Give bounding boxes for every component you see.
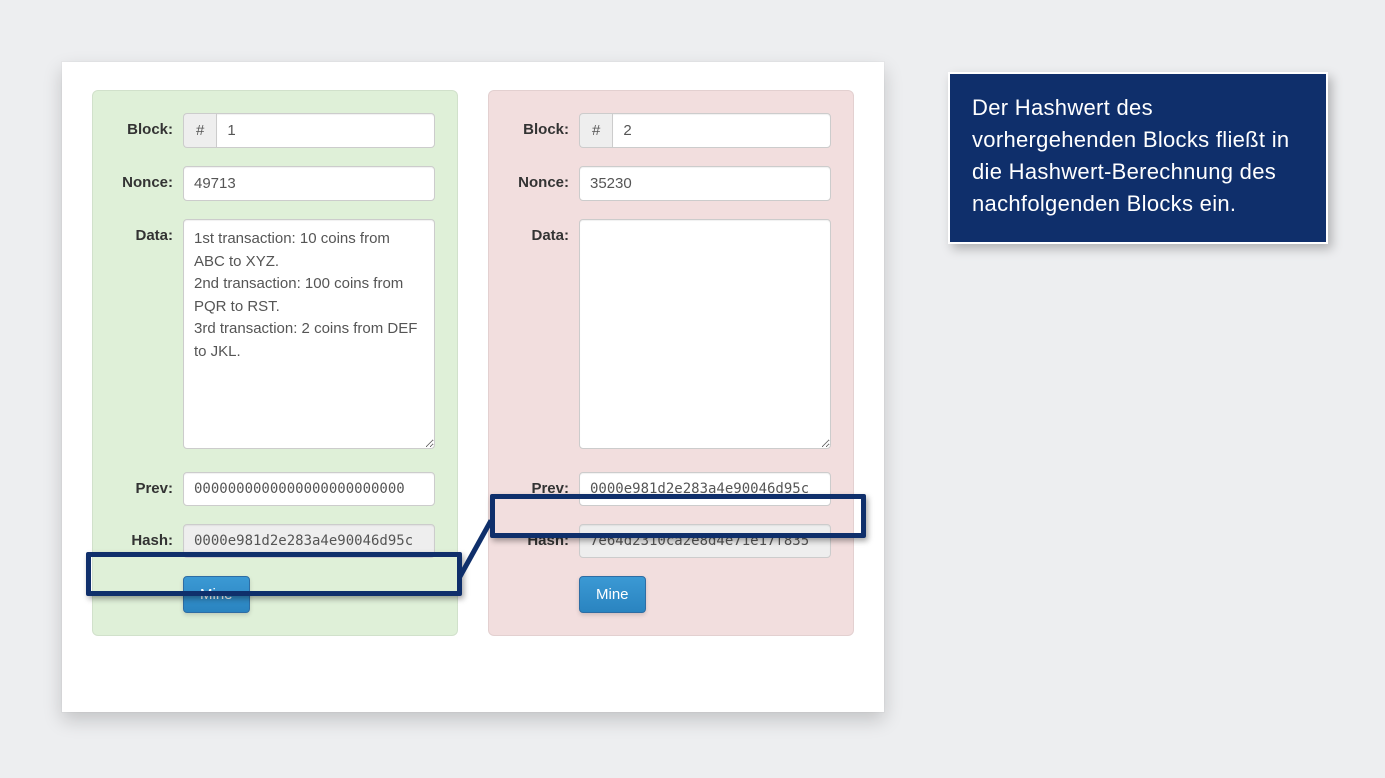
label-hash: Hash:: [511, 524, 579, 549]
block-card-1: Block: # Nonce: Data:: [92, 90, 458, 636]
prev-hash-input-2[interactable]: [579, 472, 831, 506]
label-block: Block:: [115, 113, 183, 138]
label-nonce: Nonce:: [115, 166, 183, 191]
block-number-prefix: #: [579, 113, 612, 148]
label-prev: Prev:: [511, 472, 579, 497]
data-textarea-1[interactable]: [183, 219, 435, 449]
blockchain-panel: Block: # Nonce: Data:: [62, 62, 884, 712]
label-data: Data:: [115, 219, 183, 244]
hash-output-2: 7e64d2310ca2e8d4e71e17f835: [579, 524, 831, 558]
block-number-prefix: #: [183, 113, 216, 148]
mine-button-2[interactable]: Mine: [579, 576, 646, 613]
label-block: Block:: [511, 113, 579, 138]
mine-button-1[interactable]: Mine: [183, 576, 250, 613]
label-nonce: Nonce:: [511, 166, 579, 191]
data-textarea-2[interactable]: [579, 219, 831, 449]
block-card-2: Block: # Nonce: Data:: [488, 90, 854, 636]
hash-output-1: 0000e981d2e283a4e90046d95c: [183, 524, 435, 558]
label-prev: Prev:: [115, 472, 183, 497]
explanation-callout: Der Hashwert des vorhergehenden Blocks f…: [948, 72, 1328, 244]
nonce-input-2[interactable]: [579, 166, 831, 201]
label-hash: Hash:: [115, 524, 183, 549]
prev-hash-input-1[interactable]: [183, 472, 435, 506]
nonce-input-1[interactable]: [183, 166, 435, 201]
block-number-input-1[interactable]: [216, 113, 435, 148]
block-number-input-2[interactable]: [612, 113, 831, 148]
label-data: Data:: [511, 219, 579, 244]
